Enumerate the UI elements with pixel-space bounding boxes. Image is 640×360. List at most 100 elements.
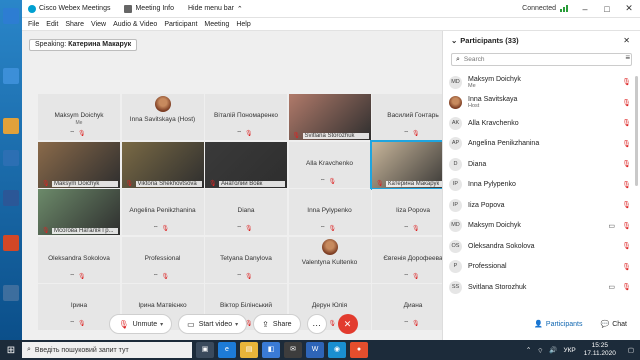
minimize-button[interactable]: – xyxy=(574,4,596,14)
muted-mic-icon[interactable]: 🎙 xyxy=(622,78,631,86)
participant-list-item[interactable]: P Professional 🎙 xyxy=(443,257,640,278)
muted-mic-icon[interactable]: 🎙 xyxy=(622,140,631,148)
participant-list-item[interactable]: MD Maksym Doichyk Me 🎙 xyxy=(443,72,640,93)
participant-name: Maksym Doichyk xyxy=(468,222,521,230)
participant-list-item[interactable]: TDTetyana Danylova🎙 xyxy=(443,298,640,300)
desktop-shortcut-icon[interactable] xyxy=(3,285,19,301)
participant-list-item[interactable]: IP Iiza Popova 🎙 xyxy=(443,195,640,216)
file-explorer-icon[interactable]: ▤ xyxy=(240,342,258,358)
edge-browser-icon[interactable]: e xyxy=(218,342,236,358)
system-clock[interactable]: 15:25 17.11.2020 xyxy=(584,342,616,358)
webex-taskbar-icon[interactable]: ◉ xyxy=(328,342,346,358)
app-taskbar-icon[interactable]: ● xyxy=(350,342,368,358)
desktop-shortcut-icon[interactable] xyxy=(3,8,19,24)
taskbar-search-field[interactable]: ⌕ Введіть пошуковий запит тут xyxy=(22,342,192,358)
desktop-shortcut-icon[interactable] xyxy=(3,235,19,251)
chevron-up-icon[interactable]: ⌃ xyxy=(526,346,531,354)
participant-list-scrollbar[interactable] xyxy=(635,76,638,186)
participant-tile[interactable]: Svitlana Storozhuk 🎙 xyxy=(288,94,371,140)
participant-tile[interactable]: Angelina Penikzhanina ⌔🎙 xyxy=(121,189,204,235)
maximize-button[interactable]: □ xyxy=(596,4,618,14)
network-icon[interactable]: ⌔ xyxy=(537,346,543,355)
muted-mic-icon[interactable]: 🎙 xyxy=(622,263,631,271)
participant-name-block: Maksym Doichyk Me xyxy=(468,76,521,89)
menu-share[interactable]: Share xyxy=(65,21,84,28)
avatar xyxy=(449,96,462,110)
keyboard-language[interactable]: УКР xyxy=(564,347,576,354)
participant-list-item[interactable]: AK Alla Kravchenko 🎙 xyxy=(443,113,640,134)
unmute-button[interactable]: 🎙 Unmute ▾ xyxy=(109,314,173,334)
mail-icon[interactable]: ✉ xyxy=(284,342,302,358)
close-panel-icon[interactable]: ✕ xyxy=(623,36,630,45)
participant-tile[interactable]: Oleksandra Sokolova ⌔🎙 xyxy=(38,236,120,283)
participant-search-field[interactable]: ⌕ xyxy=(451,53,632,66)
participant-tile[interactable]: Inna Pylypenko ⌔🎙 xyxy=(288,189,371,235)
avatar: SS xyxy=(449,280,462,294)
muted-mic-icon[interactable]: 🎙 xyxy=(622,181,631,189)
muted-mic-icon[interactable]: 🎙 xyxy=(622,99,631,107)
tile-status-icons: ⌔🎙 xyxy=(122,272,204,280)
participant-tile[interactable]: Alla Kravchenko ⌔🎙 xyxy=(288,141,371,188)
participant-tile[interactable]: Diana ⌔🎙 xyxy=(205,189,287,235)
end-call-button[interactable]: ✕ xyxy=(337,314,358,334)
desktop-shortcut-icon[interactable] xyxy=(3,150,19,166)
more-options-button[interactable]: … xyxy=(306,314,327,334)
muted-mic-icon[interactable]: 🎙 xyxy=(622,160,631,168)
close-window-button[interactable]: ✕ xyxy=(618,3,640,14)
menu-meeting[interactable]: Meeting xyxy=(204,21,229,28)
participant-list-item[interactable]: OS Oleksandra Sokolova 🎙 xyxy=(443,236,640,257)
sort-icon[interactable]: ≡ xyxy=(625,53,630,62)
muted-mic-icon: 🎙 xyxy=(292,133,301,139)
participant-tile[interactable]: Valentyna Kultenko xyxy=(288,236,371,283)
participant-tile[interactable]: Maksym Doichyk Me ⌔🎙 xyxy=(38,94,120,140)
participant-list-item[interactable]: D Diana 🎙 xyxy=(443,154,640,175)
chevron-down-icon: ▾ xyxy=(235,321,239,328)
participant-list-item[interactable]: SS Svitlana Storozhuk ▭ 🎙 xyxy=(443,277,640,298)
muted-mic-icon[interactable]: 🎙 xyxy=(622,222,631,230)
participant-tile[interactable]: Inna Savitskaya (Host) xyxy=(121,94,204,140)
task-view-icon[interactable]: ▣ xyxy=(196,342,214,358)
muted-mic-icon[interactable]: 🎙 xyxy=(622,119,631,127)
muted-mic-icon[interactable]: 🎙 xyxy=(622,201,631,209)
participant-list-item[interactable]: MD Maksym Doichyk ▭ 🎙 xyxy=(443,216,640,237)
windows-start-icon[interactable]: ⊞ xyxy=(0,345,22,356)
muted-mic-icon[interactable]: 🎙 xyxy=(622,242,631,250)
participant-name: Alla Kravchenko xyxy=(468,119,519,127)
participant-tile[interactable]: Анатолий Вовк 🎙 xyxy=(205,141,287,188)
participants-tab-button[interactable]: 👤 Participants xyxy=(528,316,588,332)
participant-list-item[interactable]: AP Angelina Penikzhanina 🎙 xyxy=(443,134,640,155)
menu-participant[interactable]: Participant xyxy=(164,21,197,28)
participant-tile[interactable]: Professional ⌔🎙 xyxy=(121,236,204,283)
menu-file[interactable]: File xyxy=(28,21,39,28)
desktop-shortcut-icon[interactable] xyxy=(3,68,19,84)
chevron-down-icon[interactable]: ⌄ xyxy=(451,36,457,45)
volume-icon[interactable]: 🔊 xyxy=(549,346,557,354)
store-icon[interactable]: ◧ xyxy=(262,342,280,358)
desktop-shortcut-icon[interactable] xyxy=(3,190,19,206)
share-button[interactable]: ⇪ Share xyxy=(253,314,301,334)
desktop-shortcut-icon[interactable] xyxy=(3,118,19,134)
participant-search-input[interactable] xyxy=(463,56,604,63)
participant-tile[interactable]: Мсогова Наталія Гр... 🎙 xyxy=(38,189,120,235)
chevron-up-icon: ⌃ xyxy=(236,5,243,13)
muted-mic-icon[interactable]: 🎙 xyxy=(622,283,631,291)
menu-help[interactable]: Help xyxy=(236,21,250,28)
participant-tile[interactable]: Maksym Doichyk 🎙 xyxy=(38,141,120,188)
menu-edit[interactable]: Edit xyxy=(46,21,58,28)
word-icon[interactable]: W xyxy=(306,342,324,358)
notification-icon[interactable]: ▢ xyxy=(628,346,634,354)
meeting-info-button[interactable]: Meeting Info xyxy=(124,4,174,13)
menu-audio-video[interactable]: Audio & Video xyxy=(113,21,157,28)
signal-bars-icon xyxy=(559,5,568,12)
start-video-button[interactable]: ▭ Start video ▾ xyxy=(178,314,248,334)
participant-list-item[interactable]: Inna Savitskaya Host 🎙 xyxy=(443,93,640,114)
hide-menu-bar-button[interactable]: Hide menu bar ⌃ xyxy=(188,5,243,13)
chat-tab-button[interactable]: 💬 Chat xyxy=(594,316,633,332)
participant-tile[interactable]: Viktoria Shekhovtsova 🎙 xyxy=(121,141,204,188)
muted-mic-icon: 🎙 xyxy=(209,180,217,187)
participant-tile[interactable]: Віталій Пономаренко ⌔🎙 xyxy=(205,94,287,140)
participant-tile[interactable]: Tetyana Danylova ⌔🎙 xyxy=(205,236,287,283)
menu-view[interactable]: View xyxy=(91,21,106,28)
participant-list-item[interactable]: IP Inna Pylypenko 🎙 xyxy=(443,175,640,196)
participant-name-block: Iiza Popova xyxy=(468,202,505,209)
